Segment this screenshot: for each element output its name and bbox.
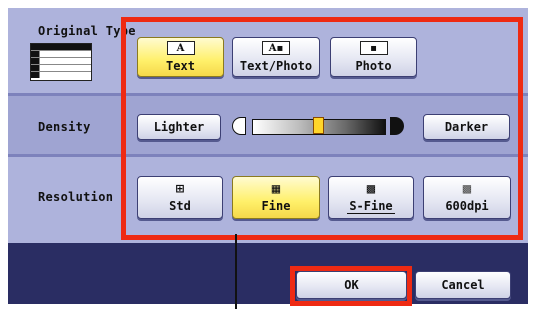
callout-line	[235, 234, 237, 309]
cancel-label: Cancel	[441, 278, 485, 292]
ok-highlight-box	[290, 266, 412, 306]
cancel-button[interactable]: Cancel	[415, 271, 511, 299]
settings-highlight-box	[121, 17, 523, 240]
original-thumbnail-icon	[30, 43, 92, 81]
density-label: Density	[38, 120, 91, 134]
resolution-label: Resolution	[38, 190, 114, 204]
